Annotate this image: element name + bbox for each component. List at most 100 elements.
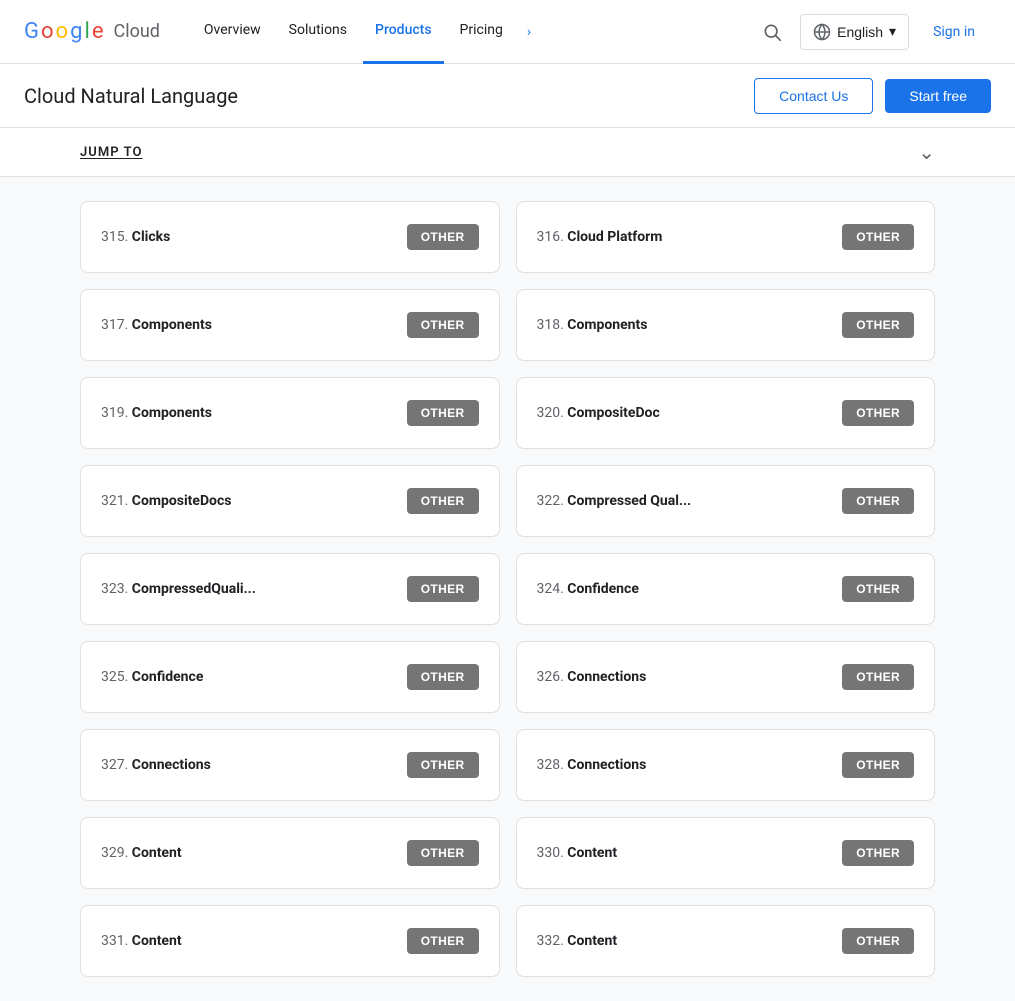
list-item: 328. Connections OTHER xyxy=(516,729,936,801)
item-label: 315. Clicks xyxy=(101,229,170,245)
start-free-button[interactable]: Start free xyxy=(885,79,991,113)
other-badge[interactable]: OTHER xyxy=(407,400,479,426)
item-label: 328. Connections xyxy=(537,757,647,773)
cloud-logo-text: Cloud xyxy=(113,21,159,42)
item-name: Connections xyxy=(567,669,646,685)
item-label: 329. Content xyxy=(101,845,182,861)
other-badge[interactable]: OTHER xyxy=(407,928,479,954)
other-badge[interactable]: OTHER xyxy=(842,664,914,690)
item-label: 327. Connections xyxy=(101,757,211,773)
other-badge[interactable]: OTHER xyxy=(407,664,479,690)
other-badge[interactable]: OTHER xyxy=(842,224,914,250)
other-badge[interactable]: OTHER xyxy=(842,312,914,338)
item-label: 332. Content xyxy=(537,933,618,949)
sub-header: Cloud Natural Language Contact Us Start … xyxy=(0,64,1015,128)
item-label: 322. Compressed Qual... xyxy=(537,493,692,509)
list-item: 317. ComponentsOTHER xyxy=(80,289,500,361)
item-number: 328. xyxy=(537,757,568,773)
item-label: 325. Confidence xyxy=(101,669,203,685)
nav-overview[interactable]: Overview xyxy=(192,0,273,64)
item-number: 318. xyxy=(537,317,568,333)
item-label: 330. Content xyxy=(537,845,618,861)
nav-links: Overview Solutions Products Pricing › xyxy=(192,0,752,64)
nav-products[interactable]: Products xyxy=(363,0,444,64)
other-badge[interactable]: OTHER xyxy=(407,488,479,514)
other-badge[interactable]: OTHER xyxy=(407,224,479,250)
item-number: 325. xyxy=(101,669,132,685)
item-name: CompressedQuali... xyxy=(132,581,256,597)
item-number: 321. xyxy=(101,493,132,509)
item-name: Compressed Qual... xyxy=(567,493,691,509)
item-label: 316. Cloud Platform xyxy=(537,229,663,245)
item-label: 318. Components xyxy=(537,317,648,333)
nav-solutions[interactable]: Solutions xyxy=(277,0,359,64)
jump-to-label: JUMP TO xyxy=(80,145,142,160)
item-name: Components xyxy=(567,317,647,333)
item-number: 329. xyxy=(101,845,132,861)
list-item: 325. Confidence OTHER xyxy=(80,641,500,713)
list-item: 332. Content OTHER xyxy=(516,905,936,977)
item-name: Confidence xyxy=(567,581,639,597)
items-grid: 315. Clicks OTHER 316. Cloud Platform OTHER… xyxy=(80,201,935,977)
list-item: 323. CompressedQuali... OTHER xyxy=(80,553,500,625)
language-selector[interactable]: English ▾ xyxy=(800,14,909,50)
google-cloud-logo[interactable]: Google Cloud xyxy=(24,19,160,44)
item-label: 326. Connections xyxy=(537,669,647,685)
other-badge[interactable]: OTHER xyxy=(407,752,479,778)
other-badge[interactable]: OTHER xyxy=(842,488,914,514)
item-name: Components xyxy=(132,405,212,421)
item-label: 319. Components xyxy=(101,405,212,421)
chevron-down-icon: ▾ xyxy=(889,23,896,40)
nav-pricing[interactable]: Pricing xyxy=(448,0,515,64)
item-name: CompositeDoc xyxy=(567,405,659,421)
item-name: Components xyxy=(132,317,212,333)
list-item: 329. Content OTHER xyxy=(80,817,500,889)
other-badge[interactable]: OTHER xyxy=(842,928,914,954)
list-item: 324. Confidence OTHER xyxy=(516,553,936,625)
page-title: Cloud Natural Language xyxy=(24,84,238,108)
other-badge[interactable]: OTHER xyxy=(842,576,914,602)
sub-header-actions: Contact Us Start free xyxy=(754,78,991,114)
main-content: 315. Clicks OTHER 316. Cloud Platform OTHER… xyxy=(0,177,1015,1001)
list-item: 326. Connections OTHER xyxy=(516,641,936,713)
item-name: Content xyxy=(132,933,182,949)
item-name: Content xyxy=(567,933,617,949)
language-label: English xyxy=(837,24,883,40)
search-button[interactable] xyxy=(752,12,792,52)
item-name: Content xyxy=(132,845,182,861)
item-number: 323. xyxy=(101,581,132,597)
list-item: 330. Content OTHER xyxy=(516,817,936,889)
item-name: Connections xyxy=(567,757,646,773)
item-label: 324. Confidence xyxy=(537,581,639,597)
item-number: 332. xyxy=(537,933,568,949)
item-number: 322. xyxy=(537,493,568,509)
other-badge[interactable]: OTHER xyxy=(407,312,479,338)
jump-to-bar[interactable]: JUMP TO ⌄ xyxy=(0,128,1015,177)
contact-us-button[interactable]: Contact Us xyxy=(754,78,873,114)
google-logo-text: Google xyxy=(24,19,103,44)
nav-more-icon[interactable]: › xyxy=(519,0,539,64)
list-item: 321. CompositeDocs OTHER xyxy=(80,465,500,537)
other-badge[interactable]: OTHER xyxy=(842,752,914,778)
item-label: 331. Content xyxy=(101,933,182,949)
other-badge[interactable]: OTHER xyxy=(842,840,914,866)
item-name: Confidence xyxy=(132,669,204,685)
list-item: 322. Compressed Qual... OTHER xyxy=(516,465,936,537)
other-badge[interactable]: OTHER xyxy=(842,400,914,426)
list-item: 315. Clicks OTHER xyxy=(80,201,500,273)
sign-in-link[interactable]: Sign in xyxy=(917,16,991,48)
item-name: Clicks xyxy=(132,229,171,245)
list-item: 318. Components OTHER xyxy=(516,289,936,361)
item-name: CompositeDocs xyxy=(132,493,232,509)
other-badge[interactable]: OTHER xyxy=(407,576,479,602)
other-badge[interactable]: OTHER xyxy=(407,840,479,866)
globe-icon xyxy=(813,23,831,41)
nav-right-actions: English ▾ Sign in xyxy=(752,12,991,52)
item-label: 320. CompositeDoc xyxy=(537,405,660,421)
top-navigation: Google Cloud Overview Solutions Products… xyxy=(0,0,1015,64)
item-number: 320. xyxy=(537,405,568,421)
list-item: 319. Components OTHER xyxy=(80,377,500,449)
list-item: 320. CompositeDoc OTHER xyxy=(516,377,936,449)
item-name: Cloud Platform xyxy=(567,229,662,245)
item-number: 327. xyxy=(101,757,132,773)
